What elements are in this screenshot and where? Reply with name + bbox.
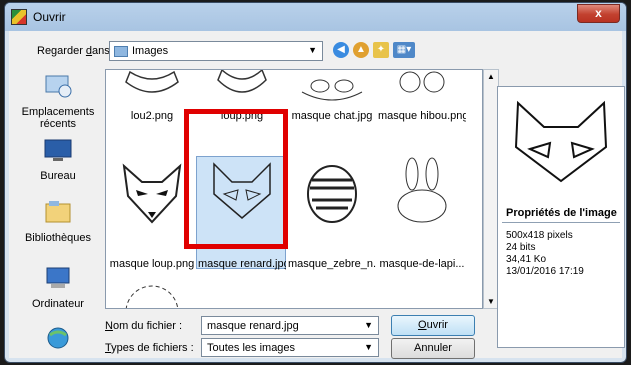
close-button[interactable]: x [577, 4, 620, 23]
preview-pane: Propriétés de l'image 500x418 pixels 24 … [497, 86, 625, 348]
scroll-down-icon[interactable]: ▼ [487, 297, 495, 306]
file-name: lou2.png [130, 110, 174, 122]
image-bits: 24 bits [506, 242, 536, 253]
window-title: Ouvrir [33, 10, 66, 24]
place-label: Ordinateur [32, 298, 84, 310]
place-recent[interactable]: Emplacements récents [13, 73, 103, 130]
dropdown-arrow-icon: ▼ [364, 342, 373, 352]
places-bar: Emplacements récents Bureau Bibliothèque… [13, 69, 103, 351]
network-icon [47, 327, 69, 349]
back-icon[interactable]: ◀ [333, 42, 349, 58]
look-in-combo[interactable]: Images ▼ [109, 41, 323, 61]
place-libraries[interactable]: Bibliothèques [13, 199, 103, 244]
place-label: Bureau [40, 170, 76, 182]
place-label: Emplacements récents [21, 106, 95, 130]
red-annotation-box [184, 109, 288, 249]
file-name: masque renard.jpg [198, 258, 286, 270]
computer-icon [46, 267, 70, 288]
filetype-value: Toutes les images [207, 342, 296, 354]
libraries-icon [45, 201, 71, 223]
view-menu-icon[interactable]: ▦▾ [393, 42, 415, 58]
place-label: Bibliothèques [24, 232, 92, 244]
folder-icon [114, 46, 128, 57]
new-folder-icon[interactable]: ✦ [373, 42, 389, 58]
place-computer[interactable]: Ordinateur [13, 265, 103, 310]
look-in-label: Regarder dans : [37, 45, 116, 57]
filename-input[interactable]: masque renard.jpg ▼ [201, 316, 379, 335]
fox-mask-preview-icon [514, 100, 608, 183]
file-name: masque chat.jpg [291, 110, 373, 122]
file-name: masque loup.png [109, 258, 195, 270]
filetype-label: Types de fichiers : [105, 342, 194, 354]
up-folder-icon[interactable]: ▲ [353, 42, 369, 58]
cancel-button[interactable]: Annuler [391, 338, 475, 359]
wolf-mask-thumbnail-icon [122, 163, 182, 224]
rabbit-mask-thumbnail-icon [397, 157, 447, 223]
dropdown-arrow-icon: ▼ [308, 45, 317, 55]
image-dimensions: 500x418 pixels [506, 230, 573, 241]
recent-places-icon [45, 75, 72, 98]
app-icon [11, 9, 27, 25]
file-name: masque hibou.png [378, 110, 466, 122]
filename-label: Nom du fichier : [105, 320, 183, 332]
mask-thumbnail-icon [399, 71, 445, 93]
filetype-select[interactable]: Toutes les images ▼ [201, 338, 379, 357]
image-size: 34,41 Ko [506, 254, 547, 265]
image-date: 13/01/2016 17:19 [506, 266, 584, 277]
dropdown-arrow-icon: ▼ [364, 320, 373, 330]
dialog-content: Regarder dans : Images ▼ ◀ ▲ ✦ ▦▾ Emplac… [9, 31, 625, 359]
zebra-mask-thumbnail-icon [307, 165, 357, 223]
look-in-value: Images [132, 45, 169, 57]
mask-thumbnail-icon [301, 79, 363, 101]
title-bar[interactable]: Ouvrir x [5, 3, 626, 31]
open-button[interactable]: Ouvrir [391, 315, 475, 336]
mask-thumbnail-icon [217, 70, 267, 93]
open-dialog: Ouvrir x Regarder dans : Images ▼ ◀ ▲ ✦ … [4, 2, 627, 363]
desktop-icon [44, 139, 72, 161]
lion-mask-thumbnail-icon [125, 285, 179, 308]
filename-value: masque renard.jpg [207, 320, 299, 332]
place-network[interactable] [13, 325, 103, 358]
image-properties-title: Propriétés de l'image [506, 207, 617, 219]
place-desktop[interactable]: Bureau [13, 137, 103, 182]
mask-thumbnail-icon [125, 70, 179, 93]
file-name: masque_zebre_n... [288, 258, 376, 270]
scroll-up-icon[interactable]: ▲ [487, 72, 495, 81]
file-list[interactable]: lou2.png loup.png masque chat.jpg masque… [105, 69, 483, 309]
divider [502, 222, 620, 223]
file-name: masque-de-lapi... [379, 258, 465, 270]
